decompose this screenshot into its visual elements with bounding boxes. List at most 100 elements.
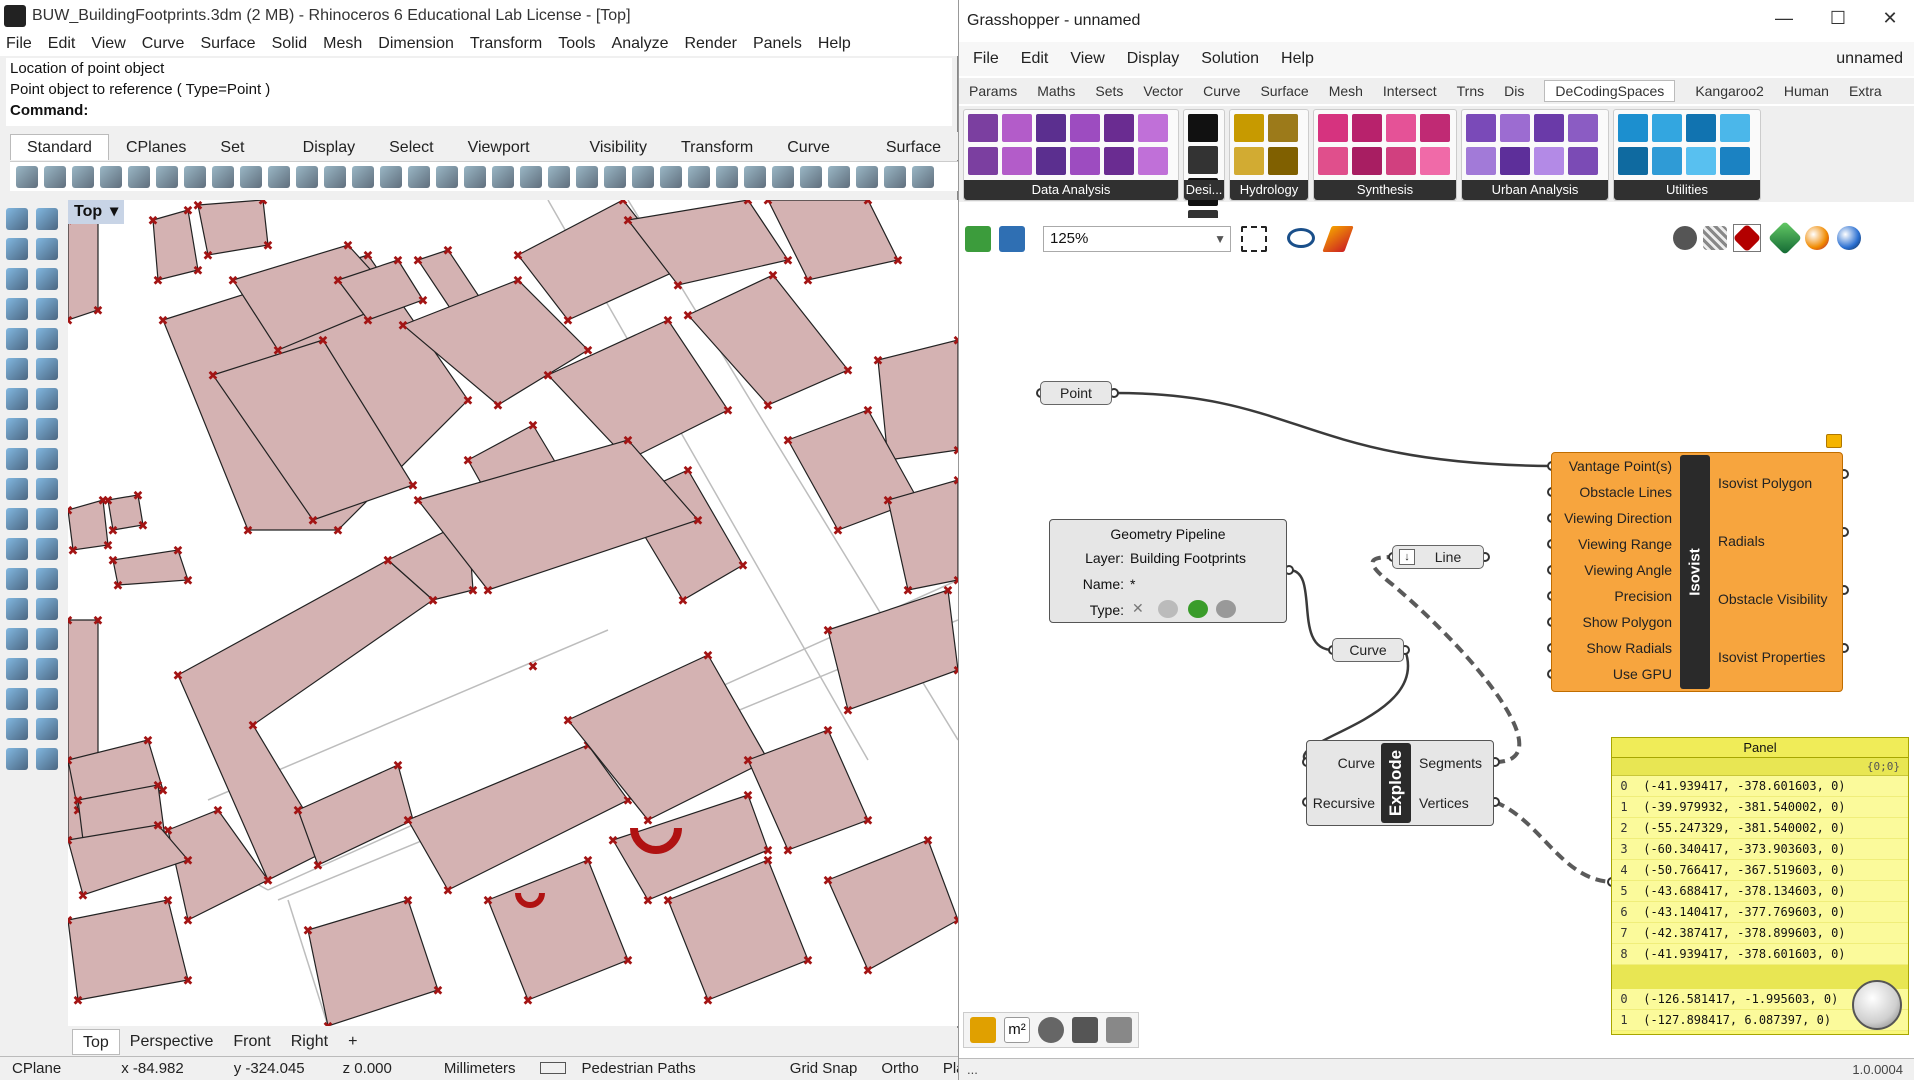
point-marker[interactable]: ✖ — [883, 494, 894, 509]
point-marker[interactable]: ✖ — [743, 200, 754, 209]
point-marker[interactable]: ✖ — [228, 274, 239, 289]
point-marker[interactable]: ✖ — [893, 254, 904, 269]
point-marker[interactable]: ✖ — [93, 614, 104, 629]
building-footprint[interactable] — [407, 744, 629, 891]
point-marker[interactable]: ✖ — [703, 994, 714, 1009]
rhino-tool-icon[interactable] — [36, 568, 58, 590]
rhino-tool-icon[interactable] — [36, 658, 58, 680]
isovist-output[interactable]: Radials — [1718, 533, 1765, 549]
point-marker[interactable]: ✖ — [443, 244, 454, 259]
point-marker[interactable]: ✖ — [468, 584, 479, 599]
rhino-tool-icon[interactable] — [744, 165, 766, 188]
rhino-tool-icon[interactable] — [36, 388, 58, 410]
viewport-tab-right[interactable]: Right — [281, 1029, 338, 1055]
point-marker[interactable]: ✖ — [413, 254, 424, 269]
rhino-tool-icon[interactable] — [36, 448, 58, 470]
chevron-down-icon[interactable]: ▾ — [110, 200, 118, 224]
point-marker[interactable]: ✖ — [783, 434, 794, 449]
isovist-component[interactable]: Vantage Point(s) Obstacle Lines Viewing … — [1551, 452, 1843, 692]
point-marker[interactable]: ✖ — [403, 814, 414, 829]
point-marker[interactable]: ✖ — [153, 779, 164, 794]
point-marker[interactable]: ✖ — [183, 854, 194, 869]
rhino-tool-icon[interactable] — [36, 328, 58, 350]
point-marker[interactable]: ✖ — [873, 354, 884, 369]
status-grid-snap[interactable]: Grid Snap — [720, 1060, 870, 1077]
rhino-tool-icon[interactable] — [36, 598, 58, 620]
point-marker[interactable]: ✖ — [823, 624, 834, 639]
rhino-tool-icon[interactable] — [36, 208, 58, 230]
point-param[interactable]: Point — [1040, 381, 1112, 405]
viewport-tab-top[interactable]: Top — [72, 1029, 120, 1055]
widget-icon[interactable] — [970, 1017, 996, 1043]
menu-surface[interactable]: Surface — [200, 35, 255, 53]
point-marker[interactable]: ✖ — [68, 914, 73, 929]
point-marker[interactable]: ✖ — [783, 254, 794, 269]
rhino-tool-icon[interactable] — [688, 165, 710, 188]
isovist-input[interactable]: Show Radials — [1586, 640, 1672, 656]
point-marker[interactable]: ✖ — [163, 894, 174, 909]
point-marker[interactable]: ✖ — [843, 704, 854, 719]
menu-render[interactable]: Render — [684, 35, 736, 53]
point-marker[interactable]: ✖ — [413, 494, 424, 509]
point-marker[interactable]: ✖ — [333, 524, 344, 539]
point-marker[interactable]: ✖ — [208, 369, 219, 384]
point-marker[interactable]: ✖ — [73, 794, 84, 809]
point-marker[interactable]: ✖ — [258, 200, 269, 209]
point-marker[interactable]: ✖ — [263, 239, 274, 254]
tab-standard[interactable]: Standard — [10, 134, 109, 160]
rhino-tool-icon[interactable] — [912, 165, 934, 188]
menu-analyze[interactable]: Analyze — [612, 35, 669, 53]
point-marker[interactable]: ✖ — [863, 814, 874, 829]
point-marker[interactable]: ✖ — [923, 834, 934, 849]
point-marker[interactable]: ✖ — [173, 669, 184, 684]
point-marker[interactable]: ✖ — [333, 274, 344, 289]
point-marker[interactable]: ✖ — [408, 479, 419, 494]
status-cplane[interactable]: CPlane — [0, 1060, 73, 1077]
point-marker[interactable]: ✖ — [293, 804, 304, 819]
rhino-tool-icon[interactable] — [6, 268, 28, 290]
menu-help[interactable]: Help — [818, 35, 851, 53]
point-marker[interactable]: ✖ — [193, 200, 204, 214]
tab-transform[interactable]: Transform — [664, 134, 770, 160]
point-marker[interactable]: ✖ — [608, 834, 619, 849]
point-marker[interactable]: ✖ — [68, 754, 73, 769]
rhino-tool-icon[interactable] — [800, 165, 822, 188]
point-marker[interactable]: ✖ — [483, 584, 494, 599]
rhino-tool-icon[interactable] — [6, 478, 28, 500]
point-marker[interactable]: ✖ — [93, 304, 104, 319]
point-marker[interactable]: ✖ — [513, 274, 524, 289]
tab-surface-tools[interactable]: Surface T — [869, 134, 958, 182]
point-marker[interactable]: ✖ — [263, 874, 274, 889]
point-marker[interactable]: ✖ — [803, 954, 814, 969]
viewport-tab-front[interactable]: Front — [223, 1029, 280, 1055]
point-marker[interactable]: ✖ — [143, 734, 154, 749]
building-footprint[interactable] — [68, 899, 189, 1001]
menu-mesh[interactable]: Mesh — [323, 35, 362, 53]
tab-select[interactable]: Select — [372, 134, 450, 160]
point-marker[interactable]: ✖ — [643, 894, 654, 909]
point-marker[interactable]: ✖ — [843, 364, 854, 379]
point-marker[interactable]: ✖ — [563, 714, 574, 729]
point-marker[interactable]: ✖ — [833, 524, 844, 539]
isovist-output[interactable]: Isovist Properties — [1718, 649, 1825, 665]
rhino-tool-icon[interactable] — [36, 628, 58, 650]
point-marker[interactable]: ✖ — [73, 994, 84, 1009]
building-footprint[interactable] — [877, 339, 958, 461]
point-marker[interactable]: ✖ — [68, 544, 78, 559]
rhino-tool-icon[interactable] — [6, 658, 28, 680]
point-marker[interactable]: ✖ — [133, 489, 144, 504]
point-marker[interactable]: ✖ — [363, 314, 374, 329]
point-marker[interactable]: ✖ — [768, 269, 779, 284]
building-footprint[interactable] — [487, 859, 629, 1001]
point-marker[interactable]: ✖ — [683, 464, 694, 479]
rhino-tool-icon[interactable] — [36, 478, 58, 500]
point-marker[interactable]: ✖ — [138, 519, 149, 534]
point-marker[interactable]: ✖ — [743, 754, 754, 769]
point-marker[interactable]: ✖ — [763, 399, 774, 414]
menu-dimension[interactable]: Dimension — [378, 35, 454, 53]
geometry-pipeline-component[interactable]: Geometry Pipeline Layer: Building Footpr… — [1049, 519, 1287, 623]
point-marker[interactable]: ✖ — [523, 994, 534, 1009]
point-marker[interactable]: ✖ — [528, 419, 539, 434]
point-marker[interactable]: ✖ — [443, 884, 454, 899]
point-marker[interactable]: ✖ — [678, 594, 689, 609]
